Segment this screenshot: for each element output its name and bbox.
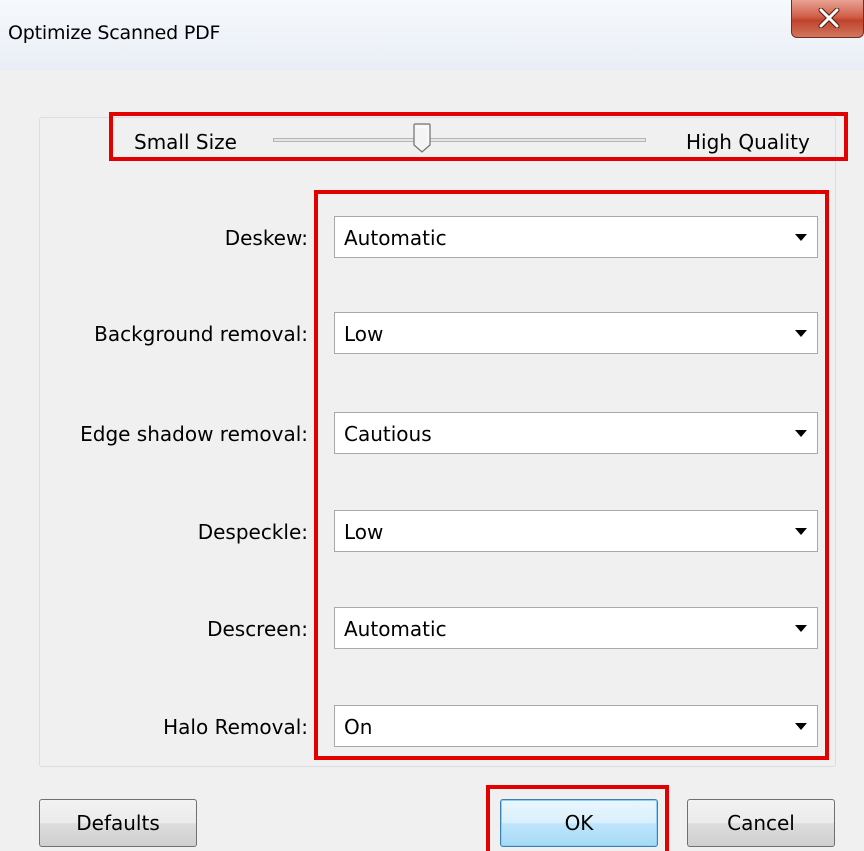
deskew-label: Deskew: [224, 226, 308, 250]
deskew-value: Automatic [344, 226, 447, 250]
halo-removal-value: On [344, 715, 373, 739]
background-removal-value: Low [344, 322, 384, 346]
edge-shadow-removal-dropdown[interactable]: Cautious [334, 412, 818, 454]
quality-slider-thumb[interactable] [413, 123, 431, 153]
slider-max-label: High Quality [686, 130, 810, 154]
chevron-down-icon [795, 528, 807, 535]
close-button[interactable] [791, 0, 864, 38]
chevron-down-icon [795, 430, 807, 437]
dropdowns-highlight [314, 190, 829, 760]
background-removal-dropdown[interactable]: Low [334, 312, 818, 354]
window-title: Optimize Scanned PDF [8, 22, 221, 44]
chevron-down-icon [795, 625, 807, 632]
defaults-button[interactable]: Defaults [39, 799, 197, 847]
cancel-button[interactable]: Cancel [687, 799, 835, 847]
halo-removal-label: Halo Removal: [163, 715, 308, 739]
slider-min-label: Small Size [134, 130, 237, 154]
chevron-down-icon [795, 723, 807, 730]
descreen-label: Descreen: [207, 617, 308, 641]
despeckle-label: Despeckle: [197, 520, 308, 544]
title-bar: Optimize Scanned PDF [0, 0, 864, 70]
descreen-value: Automatic [344, 617, 447, 641]
ok-button[interactable]: OK [500, 799, 658, 847]
edge-shadow-removal-value: Cautious [344, 422, 432, 446]
quality-slider-track[interactable] [273, 138, 646, 142]
chevron-down-icon [795, 234, 807, 241]
despeckle-value: Low [344, 520, 384, 544]
despeckle-dropdown[interactable]: Low [334, 510, 818, 552]
descreen-dropdown[interactable]: Automatic [334, 607, 818, 649]
edge-shadow-removal-label: Edge shadow removal: [80, 422, 308, 446]
halo-removal-dropdown[interactable]: On [334, 705, 818, 747]
deskew-dropdown[interactable]: Automatic [334, 216, 818, 258]
ok-button-label: OK [564, 811, 594, 835]
background-removal-label: Background removal: [94, 322, 308, 346]
defaults-button-label: Defaults [76, 811, 160, 835]
chevron-down-icon [795, 330, 807, 337]
close-icon [818, 8, 840, 28]
cancel-button-label: Cancel [727, 811, 795, 835]
